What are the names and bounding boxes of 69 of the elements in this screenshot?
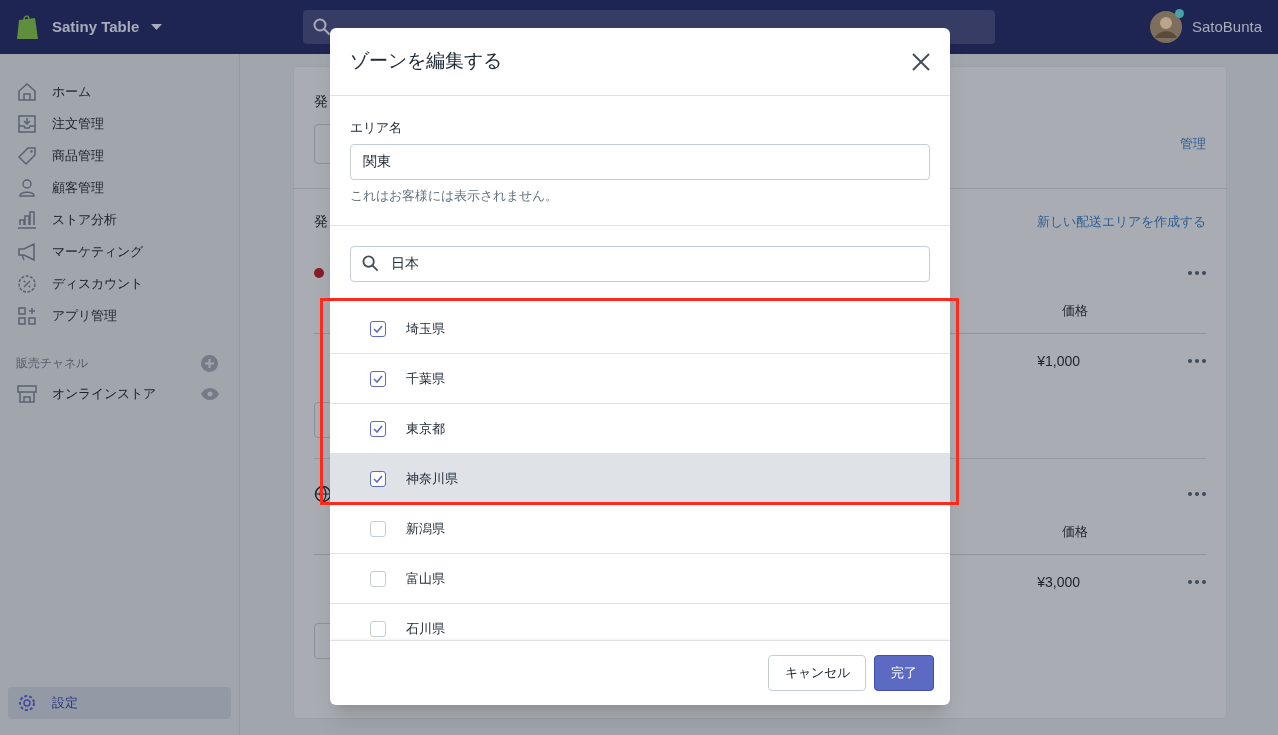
section-heading: 発 bbox=[314, 212, 328, 231]
home-icon bbox=[16, 81, 38, 103]
region-label: 千葉県 bbox=[406, 369, 445, 388]
help-text: これはお客様には表示されません。 bbox=[350, 186, 559, 205]
region-row[interactable]: 神奈川県 bbox=[330, 454, 950, 504]
nav-item[interactable]: マーケティング bbox=[8, 236, 231, 268]
more-icon[interactable] bbox=[1188, 271, 1206, 275]
nav-item[interactable]: ディスカウント bbox=[8, 268, 231, 300]
user-name[interactable]: SatoBunta bbox=[1191, 15, 1262, 39]
dialog-title: ゾーンを編集する bbox=[350, 49, 502, 74]
bar-chart-icon bbox=[16, 209, 38, 231]
checkbox[interactable] bbox=[370, 370, 386, 387]
region-row[interactable]: 富山県 bbox=[330, 554, 950, 604]
nav-item[interactable]: 顧客管理 bbox=[8, 172, 231, 204]
column-header: 価格 bbox=[1062, 301, 1088, 320]
nav-item[interactable]: ストア分析 bbox=[8, 204, 231, 236]
done-button[interactable]: 完了 bbox=[874, 655, 934, 691]
field-label: エリア名 bbox=[350, 119, 403, 137]
more-icon[interactable] bbox=[1188, 492, 1206, 496]
section-heading: 発 bbox=[314, 92, 329, 111]
more-icon[interactable] bbox=[1188, 359, 1206, 363]
search-icon bbox=[313, 18, 332, 36]
region-row[interactable]: 千葉県 bbox=[330, 354, 950, 404]
nav-item[interactable]: 商品管理 bbox=[8, 140, 231, 172]
section-heading: 販売チャネル bbox=[16, 355, 88, 372]
megaphone-icon bbox=[16, 241, 38, 263]
settings-icon bbox=[16, 692, 38, 714]
globe-icon bbox=[314, 485, 332, 503]
check-icon bbox=[373, 424, 383, 433]
search-icon bbox=[362, 255, 379, 272]
discount-icon bbox=[16, 273, 38, 295]
nav-item[interactable]: 注文管理 bbox=[8, 108, 231, 140]
caret-icon[interactable] bbox=[151, 24, 163, 30]
region-label: 東京都 bbox=[406, 419, 445, 438]
avatar[interactable] bbox=[1149, 11, 1182, 43]
region-row[interactable]: 新潟県 bbox=[330, 504, 950, 554]
region-row[interactable]: 東京都 bbox=[330, 404, 950, 454]
check-icon bbox=[373, 474, 383, 483]
cancel-button[interactable]: キャンセル bbox=[768, 655, 866, 691]
more-icon[interactable] bbox=[1188, 580, 1206, 584]
check-icon bbox=[373, 374, 383, 383]
price-cell-text: ¥3,000 bbox=[1037, 572, 1080, 592]
nav-item[interactable]: アプリ管理 bbox=[8, 300, 231, 332]
area-name-field[interactable]: 関東 bbox=[350, 143, 930, 180]
region-row[interactable]: 石川県 bbox=[330, 604, 950, 640]
close-icon[interactable] bbox=[912, 52, 930, 71]
store-name[interactable]: Satiny Table bbox=[52, 15, 140, 39]
region-label: 石川県 bbox=[406, 619, 445, 638]
check-icon bbox=[373, 324, 383, 333]
shopping-bag-icon bbox=[16, 13, 40, 41]
nav-item[interactable]: 設定 bbox=[8, 687, 231, 719]
store-icon bbox=[16, 383, 38, 405]
search-field[interactable]: 日本 bbox=[350, 246, 930, 282]
region-label: 新潟県 bbox=[406, 519, 445, 538]
checkbox[interactable] bbox=[370, 320, 386, 337]
column-header: 価格 bbox=[1062, 522, 1088, 541]
price-cell-text: ¥1,000 bbox=[1037, 351, 1080, 371]
region-label: 富山県 bbox=[406, 569, 445, 588]
nav-item[interactable]: ホーム bbox=[8, 76, 231, 108]
checkbox[interactable] bbox=[370, 470, 386, 487]
checkbox[interactable] bbox=[370, 420, 386, 437]
apps-icon bbox=[16, 305, 38, 327]
region-label: 埼玉県 bbox=[406, 319, 445, 338]
region-label: 神奈川県 bbox=[406, 469, 458, 488]
region-row[interactable]: 埼玉県 bbox=[330, 304, 950, 354]
tag-icon bbox=[16, 145, 38, 167]
inbox-icon bbox=[16, 113, 38, 135]
nav-item[interactable]: オンラインストア bbox=[16, 383, 156, 405]
person-icon bbox=[16, 177, 38, 199]
